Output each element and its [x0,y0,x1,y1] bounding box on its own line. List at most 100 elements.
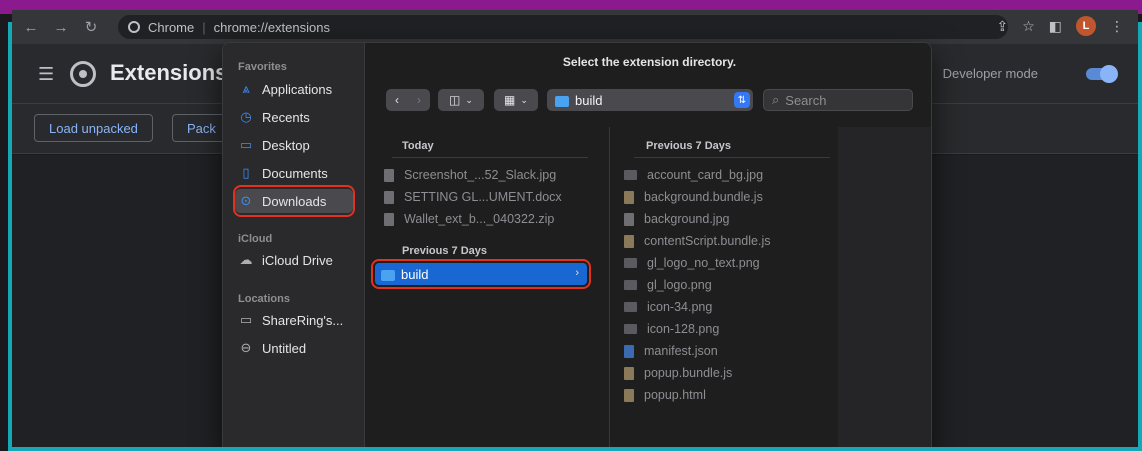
list-item[interactable]: icon-34.png [624,297,712,317]
list-item[interactable]: gl_logo_no_text.png [624,253,760,273]
sidebar-item-label: Untitled [262,340,307,356]
file-picker-dialog: Favorites ⩓ Applications ◷ Recents ▭ Des… [222,42,932,451]
address-separator: | [202,19,206,35]
teal-border-bottom [8,447,1138,451]
path-popup[interactable]: build ⇅ [547,89,753,111]
list-item[interactable]: manifest.json [624,341,718,361]
laptop-icon: ▭ [239,312,253,327]
list-item[interactable]: contentScript.bundle.js [624,231,770,251]
file-name: account_card_bg.jpg [647,168,764,182]
sidebar-item-label: Applications [262,81,333,97]
developer-mode-toggle[interactable] [1086,65,1118,83]
sidebar-item-applications[interactable]: ⩓ Applications [238,77,332,101]
side-panel-icon[interactable]: ◧ [1049,18,1062,35]
teal-border-left [8,22,12,451]
icloud-header: iCloud [238,233,273,245]
profile-avatar[interactable]: L [1076,16,1096,36]
locations-header: Locations [238,293,290,305]
grid-icon: ▦ [504,93,516,107]
applications-icon: ⩓ [242,81,250,96]
columns-view-icon: ◫ [449,93,461,107]
html-file-icon [624,388,634,402]
developer-mode-label: Developer mode [942,66,1038,81]
chevron-down-icon: ⌄ [465,94,473,105]
teal-border-right [1138,22,1142,451]
favorites-header: Favorites [238,61,287,73]
site-label: Chrome [148,19,195,35]
list-item[interactable]: background.bundle.js [624,187,763,207]
file-name: manifest.json [644,344,718,358]
sidebar-item-label: iCloud Drive [262,252,333,268]
back-chevron-icon[interactable]: ‹ [386,89,408,111]
extensions-logo-icon [70,61,96,87]
sidebar-item-label: Desktop [262,137,310,153]
reload-icon[interactable]: ↻ [80,16,102,38]
previous-7-days-header: Previous 7 Days [402,245,487,257]
list-item[interactable]: gl_logo.png [624,275,712,295]
search-field[interactable]: ⌕ Search [763,89,913,111]
dialog-sidebar: Favorites ⩓ Applications ◷ Recents ▭ Des… [223,43,365,450]
chevron-down-icon: ⌄ [520,94,528,105]
sidebar-item-untitled[interactable]: ⊖ Untitled [238,336,307,360]
desktop-icon: ▭ [239,137,253,152]
folder-icon [555,95,569,107]
document-file-icon [384,190,394,204]
file-name: contentScript.bundle.js [644,234,771,248]
file-name: SETTING GL...UMENT.docx [404,190,562,204]
json-file-icon [624,344,634,358]
sidebar-item-sharering-mac[interactable]: ▭ ShareRing's... [238,308,343,332]
toolbar-actions: ⇪ ☆ ◧ L ⋮ [996,16,1124,36]
image-file-icon [624,302,637,312]
group-by-button[interactable]: ▦ ⌄ [494,89,538,111]
column-divider [609,127,610,450]
list-item[interactable]: SETTING GL...UMENT.docx [384,187,562,207]
list-item[interactable]: popup.bundle.js [624,363,732,383]
kebab-menu-icon[interactable]: ⋮ [1110,18,1124,35]
file-name: popup.html [644,388,706,402]
sidebar-item-icloud-drive[interactable]: ☁ iCloud Drive [238,248,333,272]
file-name: gl_logo.png [647,278,712,292]
search-placeholder: Search [785,92,827,108]
list-item[interactable]: account_card_bg.jpg [624,165,763,185]
header-underline [392,157,588,158]
list-item[interactable]: background.jpg [624,209,729,229]
list-item[interactable]: icon-128.png [624,319,719,339]
image-file-icon [624,280,637,290]
highlight-ring-build [371,259,591,289]
sidebar-item-documents[interactable]: ▯ Documents [238,161,328,185]
forward-chevron-icon[interactable]: › [408,89,430,111]
page-title: Extensions [110,60,228,85]
address-bar[interactable]: Chrome | chrome://extensions [118,15,1008,39]
view-mode-button[interactable]: ◫ ⌄ [438,89,484,111]
browser-toolbar: ← → ↻ Chrome | chrome://extensions ⇪ ☆ ◧… [12,10,1138,44]
sidebar-item-desktop[interactable]: ▭ Desktop [238,133,310,157]
back-arrow-icon[interactable]: ← [20,16,42,38]
list-item[interactable]: Wallet_ext_b..._040322.zip [384,209,554,229]
list-item[interactable]: popup.html [624,385,706,405]
file-name: background.bundle.js [644,190,763,204]
forward-arrow-icon[interactable]: → [50,16,72,38]
list-item[interactable]: Screenshot_...52_Slack.jpg [384,165,556,185]
file-name: Wallet_ext_b..._040322.zip [404,212,555,226]
image-file-icon [624,212,634,226]
load-unpacked-button[interactable]: Load unpacked [34,114,153,142]
hamburger-menu-icon[interactable]: ☰ [38,64,54,85]
script-file-icon [624,190,634,204]
image-file-icon [624,324,637,334]
today-header: Today [402,140,434,152]
bookmark-star-icon[interactable]: ☆ [1022,18,1035,35]
share-icon[interactable]: ⇪ [996,18,1008,35]
clock-icon: ◷ [240,109,252,124]
image-file-icon [384,168,394,182]
zip-file-icon [384,212,394,226]
sidebar-item-recents[interactable]: ◷ Recents [238,105,310,129]
header-underline [634,157,830,158]
chrome-icon [128,21,140,33]
highlight-ring-downloads [233,185,355,217]
script-file-icon [624,234,634,248]
sidebar-item-label: Recents [262,109,310,125]
sidebar-item-label: Documents [262,165,328,181]
path-value: build [575,92,603,108]
url-text: chrome://extensions [213,19,330,35]
file-name: icon-34.png [647,300,713,314]
